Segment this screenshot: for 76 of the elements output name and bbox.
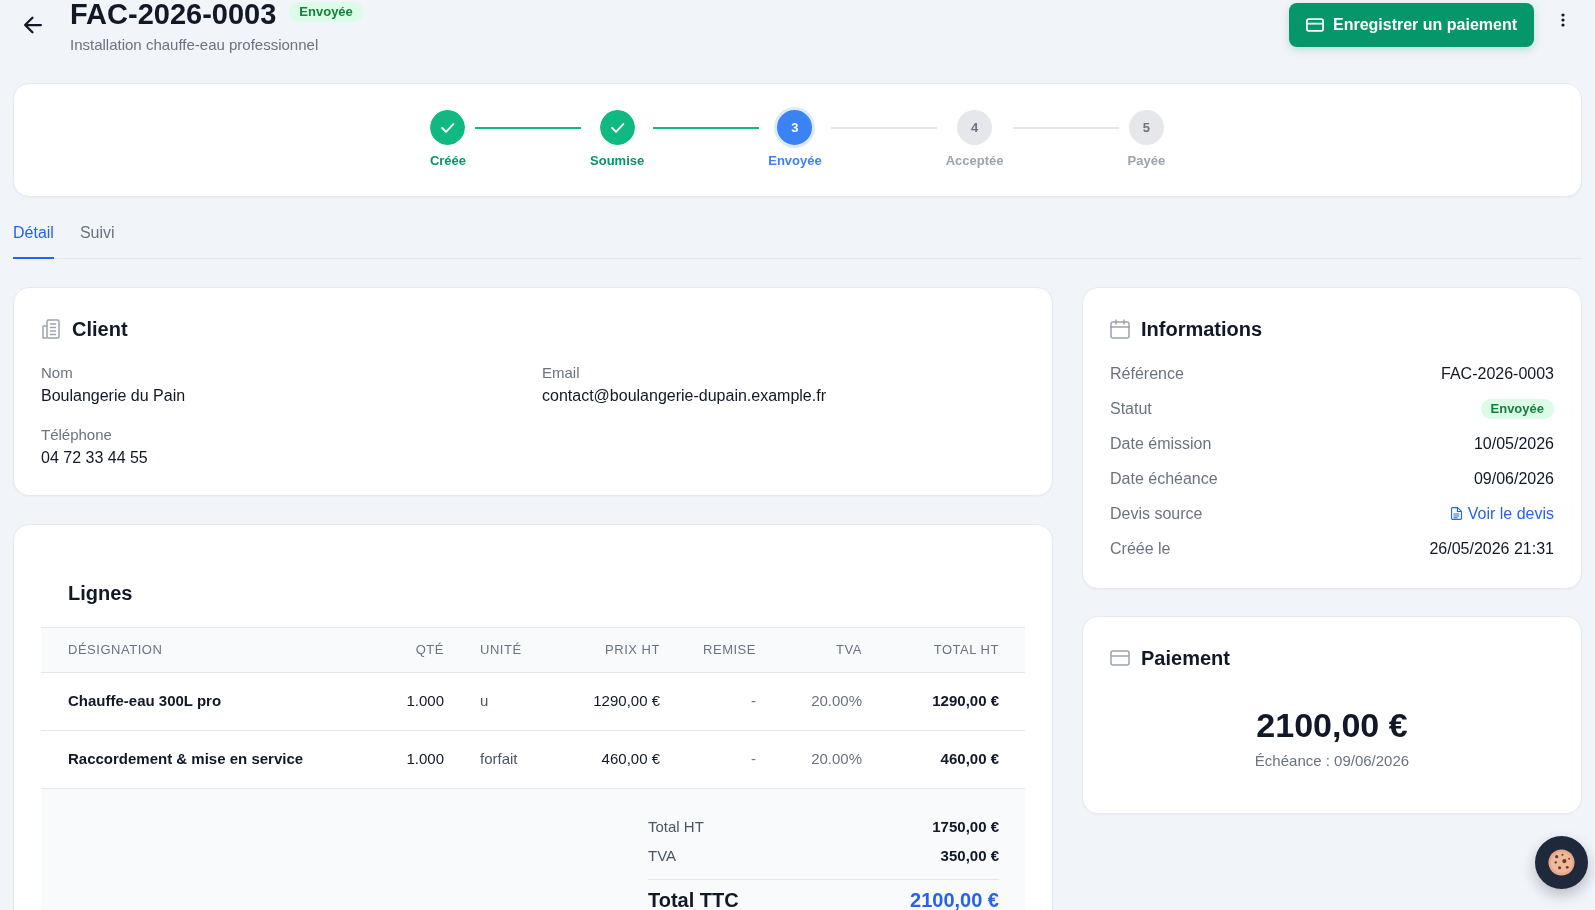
- step-label: Envoyée: [768, 153, 822, 168]
- totals-value: 1750,00 €: [932, 817, 999, 838]
- table-cell: -: [678, 672, 774, 731]
- field-value: Boulangerie du Pain: [41, 386, 186, 406]
- field-label: Email: [542, 363, 580, 383]
- totals-label: TVA: [648, 846, 677, 867]
- step-label: Soumise: [590, 153, 645, 168]
- column-header: TOTAL HT: [880, 627, 1025, 673]
- calendar-icon: [1110, 319, 1130, 339]
- vertical-dots-icon: [1561, 13, 1565, 27]
- field-value: 04 72 33 44 55: [41, 448, 148, 468]
- info-label: Date émission: [1110, 433, 1212, 454]
- step-number: 5: [1128, 110, 1164, 145]
- record-payment-button[interactable]: Enregistrer un paiement: [1288, 3, 1534, 47]
- credit-card-icon: [1305, 18, 1324, 32]
- info-label: Créée le: [1110, 538, 1171, 559]
- step-label: Créée: [429, 153, 467, 168]
- column-header: UNITÉ: [462, 627, 562, 673]
- table-cell: u: [462, 672, 562, 731]
- totals-label: Total TTC: [648, 888, 739, 910]
- info-label: Référence: [1110, 363, 1184, 384]
- field-label: Nom: [41, 363, 73, 383]
- more-options-button[interactable]: [1561, 13, 1565, 27]
- quote-link[interactable]: Voir le devis: [1450, 503, 1554, 524]
- info-label: Devis source: [1110, 503, 1203, 524]
- column-header: REMISE: [678, 627, 774, 673]
- totals-value: 350,00 €: [940, 846, 999, 867]
- table-cell: 20.00%: [774, 672, 880, 731]
- info-value: 09/06/2026: [1473, 468, 1554, 489]
- info-value: FAC-2026-0003: [1441, 363, 1554, 384]
- field-value: contact@boulangerie-dupain.example.fr: [542, 386, 826, 406]
- amount-due: 2100,00 €: [1256, 705, 1408, 745]
- info-label: Statut: [1110, 398, 1152, 419]
- step-number: 3: [774, 107, 816, 148]
- step-label: Payée: [1127, 153, 1166, 168]
- card-title: Informations: [1141, 317, 1263, 342]
- document-icon: [1450, 507, 1462, 520]
- step-number: 4: [957, 110, 993, 145]
- table-cell: Chauffe-eau 300L pro: [41, 672, 371, 731]
- table-cell: Raccordement & mise en service: [41, 730, 371, 789]
- step-label: Acceptée: [945, 153, 1004, 168]
- column-header: DÉSIGNATION: [41, 627, 371, 673]
- table-cell: 460,00 €: [880, 730, 1025, 789]
- tab[interactable]: Détail: [13, 213, 54, 259]
- table-cell: 460,00 €: [562, 730, 678, 789]
- table-cell: -: [678, 730, 774, 789]
- table-cell: 1.000: [371, 672, 462, 731]
- credit-card-icon: [1110, 648, 1130, 668]
- card-title: Client: [72, 317, 128, 342]
- building-icon: [41, 319, 61, 339]
- field-label: Téléphone: [41, 425, 112, 445]
- cookie-icon: [1548, 849, 1575, 876]
- invoice-title: FAC-2026-0003: [70, 0, 277, 29]
- totals-label: Total HT: [648, 817, 704, 838]
- card-title: Paiement: [1141, 646, 1230, 671]
- table-cell: 20.00%: [774, 730, 880, 789]
- table-cell: 1290,00 €: [562, 672, 678, 731]
- info-value: 10/05/2026: [1473, 433, 1554, 454]
- cookie-button[interactable]: [1535, 836, 1588, 889]
- info-label: Date échéance: [1110, 468, 1218, 489]
- info-value: 26/05/2026 21:31: [1429, 538, 1554, 559]
- table-cell: 1290,00 €: [880, 672, 1025, 731]
- table-cell: 1.000: [371, 730, 462, 789]
- status-badge: Envoyée: [1480, 398, 1554, 419]
- back-arrow-icon: [24, 16, 42, 34]
- status-badge: Envoyée: [289, 2, 363, 22]
- column-header: PRIX HT: [562, 627, 678, 673]
- invoice-subtitle: Installation chauffe-eau professionnel: [70, 36, 319, 54]
- due-date: Échéance : 09/06/2026: [1254, 751, 1410, 771]
- totals-value: 2100,00 €: [910, 888, 999, 910]
- column-header: TVA: [774, 627, 880, 673]
- tab[interactable]: Suivi: [79, 213, 115, 259]
- table-cell: forfait: [462, 730, 562, 789]
- card-title: Lignes: [68, 581, 133, 606]
- column-header: QTÉ: [371, 627, 462, 673]
- back-button[interactable]: [24, 16, 42, 34]
